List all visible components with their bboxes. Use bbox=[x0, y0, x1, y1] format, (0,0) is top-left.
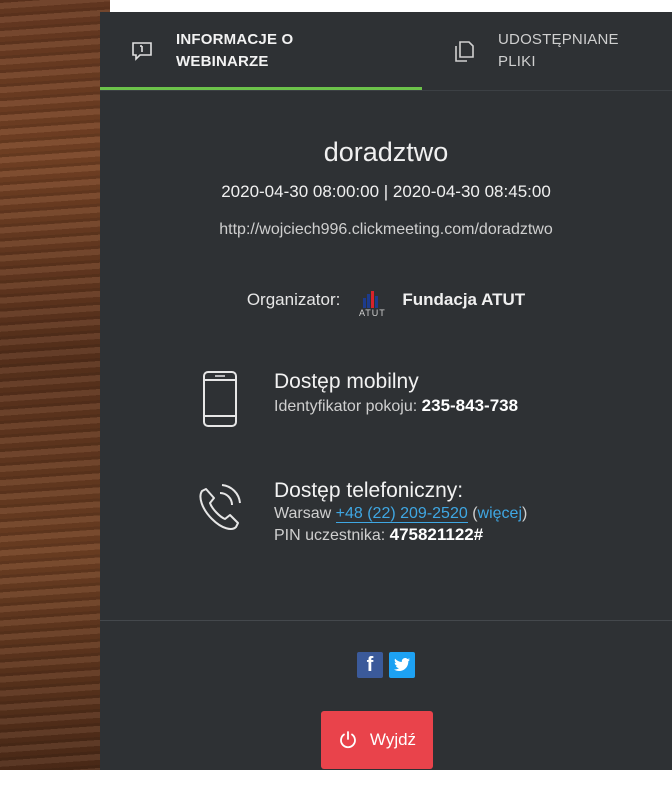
pin-value: 475821122# bbox=[389, 525, 484, 544]
mobile-access-title: Dostęp mobilny bbox=[274, 370, 419, 393]
social-share: f bbox=[100, 652, 672, 678]
tab-shared-files-label: UDOSTĘPNIANE PLIKI bbox=[498, 31, 619, 70]
mobile-access-text: Dostęp mobilny Identyfikator pokoju: 235… bbox=[274, 370, 518, 430]
webinar-url: http://wojciech996.clickmeeting.com/dora… bbox=[219, 221, 553, 238]
organizer-logo: ATUT bbox=[350, 282, 394, 318]
phone-access-block: Dostęp telefoniczny: Warsaw +48 (22) 209… bbox=[190, 479, 527, 545]
exit-button-label: Wyjdź bbox=[369, 730, 417, 749]
pin-label: PIN uczestnika: bbox=[274, 527, 386, 544]
more-numbers-link[interactable]: więcej bbox=[478, 505, 522, 522]
phone-device-icon bbox=[190, 370, 250, 430]
facebook-icon[interactable]: f bbox=[357, 652, 383, 678]
organizer-name: Fundacja ATUT bbox=[402, 290, 526, 309]
phone-number-line: Warsaw +48 (22) 209-2520 (więcej) bbox=[274, 505, 527, 523]
power-icon bbox=[338, 730, 358, 750]
phone-number-link[interactable]: +48 (22) 209-2520 bbox=[335, 505, 468, 523]
phone-access-title: Dostęp telefoniczny: bbox=[274, 479, 464, 502]
tab-shared-files[interactable]: UDOSTĘPNIANE PLIKI bbox=[422, 12, 672, 90]
room-id-label: Identyfikator pokoju: bbox=[274, 398, 418, 415]
tab-bar: INFORMACJE O WEBINARZE UDOSTĘPNIANE PLIK… bbox=[100, 12, 672, 91]
room-id-line: Identyfikator pokoju: 235-843-738 bbox=[274, 396, 518, 416]
window-bottom-edge bbox=[0, 770, 672, 789]
webinar-dates: 2020-04-30 08:00:00 | 2020-04-30 08:45:0… bbox=[221, 182, 551, 201]
telephone-icon bbox=[190, 479, 250, 539]
webinar-info-panel: INFORMACJE O WEBINARZE UDOSTĘPNIANE PLIK… bbox=[100, 12, 672, 770]
wood-background bbox=[0, 0, 110, 789]
info-comment-icon bbox=[130, 39, 154, 63]
more-close-paren: ) bbox=[522, 505, 528, 522]
organizer-logo-text: ATUT bbox=[358, 308, 386, 318]
files-icon bbox=[452, 39, 476, 63]
phone-city: Warsaw bbox=[274, 505, 332, 522]
section-divider bbox=[100, 620, 672, 621]
webinar-title: doradztwo bbox=[323, 137, 449, 167]
pin-line: PIN uczestnika: 475821122# bbox=[274, 525, 527, 545]
tab-webinar-info-label: INFORMACJE O WEBINARZE bbox=[176, 31, 294, 70]
organizer-row: Organizator: ATUT Fundacja ATUT bbox=[100, 282, 672, 318]
phone-access-text: Dostęp telefoniczny: Warsaw +48 (22) 209… bbox=[274, 479, 527, 545]
organizer-label: Organizator: bbox=[246, 290, 341, 309]
tab-webinar-info[interactable]: INFORMACJE O WEBINARZE bbox=[100, 12, 422, 90]
room-id-value: 235-843-738 bbox=[421, 396, 519, 415]
exit-button[interactable]: Wyjdź bbox=[321, 711, 433, 769]
active-tab-indicator bbox=[100, 87, 422, 90]
twitter-icon[interactable] bbox=[389, 652, 415, 678]
mobile-access-block: Dostęp mobilny Identyfikator pokoju: 235… bbox=[190, 370, 518, 430]
